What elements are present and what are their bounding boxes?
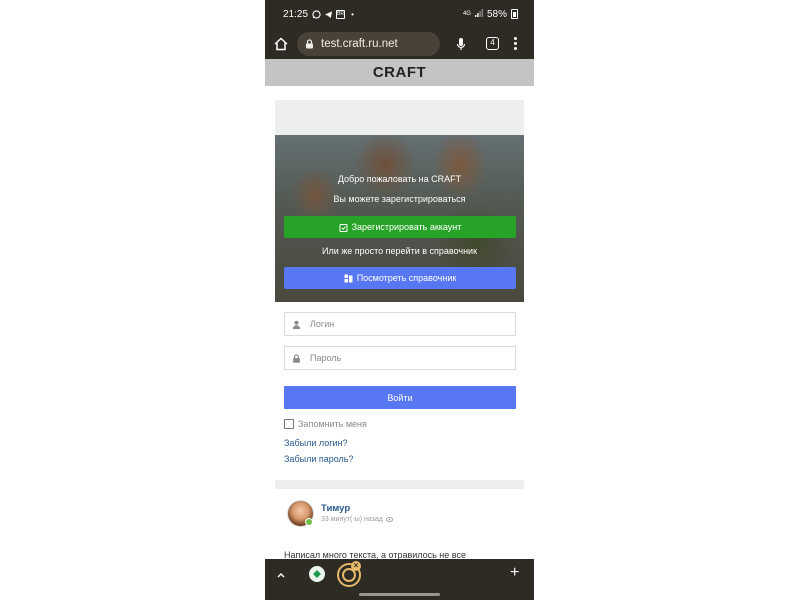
microphone-icon[interactable] bbox=[456, 37, 466, 51]
close-tab-icon[interactable]: × bbox=[351, 561, 361, 571]
status-notification-icons: BR • bbox=[312, 9, 357, 19]
battery-percent: 58% bbox=[486, 8, 507, 20]
dot-icon: • bbox=[351, 9, 354, 19]
network-icon: 4G bbox=[462, 11, 471, 17]
card-header-area bbox=[275, 100, 524, 135]
tab-favicon-green[interactable] bbox=[309, 566, 325, 582]
tabs-switcher-button[interactable]: 4 bbox=[486, 37, 499, 50]
lock-icon bbox=[293, 353, 300, 363]
leaf-icon bbox=[313, 570, 321, 578]
remember-me-checkbox[interactable] bbox=[284, 419, 294, 429]
directory-prompt: Или же просто перейти в справочник bbox=[321, 246, 478, 256]
password-field[interactable]: Пароль bbox=[284, 346, 516, 370]
browser-menu-icon[interactable] bbox=[513, 37, 517, 50]
post-time-text: 33 минут(-ы) назад bbox=[321, 516, 383, 523]
site-logo[interactable]: CRAFT bbox=[373, 64, 426, 81]
post-author[interactable]: Тимур bbox=[321, 503, 350, 514]
view-directory-label: Посмотреть справочник bbox=[356, 273, 457, 283]
login-button[interactable]: Войти bbox=[284, 386, 516, 409]
telegram-icon bbox=[324, 10, 333, 19]
home-icon[interactable] bbox=[273, 36, 289, 52]
view-directory-button[interactable]: Посмотреть справочник bbox=[284, 267, 516, 289]
post-time: 33 минут(-ы) назад bbox=[321, 516, 393, 523]
login-placeholder: Логин bbox=[310, 319, 335, 329]
remember-me-label: Запомнить меня bbox=[298, 419, 367, 429]
welcome-title: Добро пожаловать на CRAFT bbox=[337, 174, 462, 184]
signal-icon bbox=[474, 8, 483, 20]
lock-icon bbox=[306, 38, 313, 48]
notification-icon: BR bbox=[336, 9, 346, 19]
online-status-icon bbox=[305, 518, 313, 526]
status-right: 4G 58% bbox=[462, 8, 518, 20]
url-text: test.craft.ru.net bbox=[321, 37, 398, 50]
address-bar[interactable]: test.craft.ru.net bbox=[297, 31, 440, 56]
user-icon bbox=[292, 320, 301, 329]
chevron-up-icon[interactable] bbox=[275, 569, 287, 581]
battery-icon bbox=[511, 9, 518, 19]
phone-screen: 21:25 BR • 4G 58% test.craft.ru.net 4 CR… bbox=[265, 0, 534, 600]
welcome-hero: Добро пожаловать на CRAFT Вы можете заре… bbox=[275, 135, 524, 302]
clipboard-check-icon bbox=[339, 223, 348, 232]
forgot-password-link[interactable]: Забыли пароль? bbox=[284, 454, 353, 464]
login-field[interactable]: Логин bbox=[284, 312, 516, 336]
password-placeholder: Пароль bbox=[310, 353, 342, 363]
eye-icon bbox=[385, 517, 393, 522]
post-separator bbox=[275, 480, 524, 489]
register-account-label: Зарегистрировать аккаунт bbox=[351, 222, 462, 232]
new-tab-icon[interactable]: + bbox=[510, 565, 519, 581]
status-time: 21:25 bbox=[283, 8, 309, 20]
directory-icon bbox=[344, 274, 353, 282]
register-prompt: Вы можете зарегистрироваться bbox=[333, 194, 466, 204]
forgot-login-link[interactable]: Забыли логин? bbox=[284, 438, 348, 448]
browser-toolbar: test.craft.ru.net 4 bbox=[265, 28, 534, 59]
whatsapp-icon bbox=[312, 9, 321, 19]
remember-me[interactable]: Запомнить меня bbox=[284, 419, 367, 429]
register-account-button[interactable]: Зарегистрировать аккаунт bbox=[284, 216, 516, 238]
site-header: CRAFT bbox=[265, 59, 534, 86]
status-bar: 21:25 BR • 4G 58% bbox=[265, 0, 534, 28]
home-indicator[interactable] bbox=[359, 593, 440, 596]
